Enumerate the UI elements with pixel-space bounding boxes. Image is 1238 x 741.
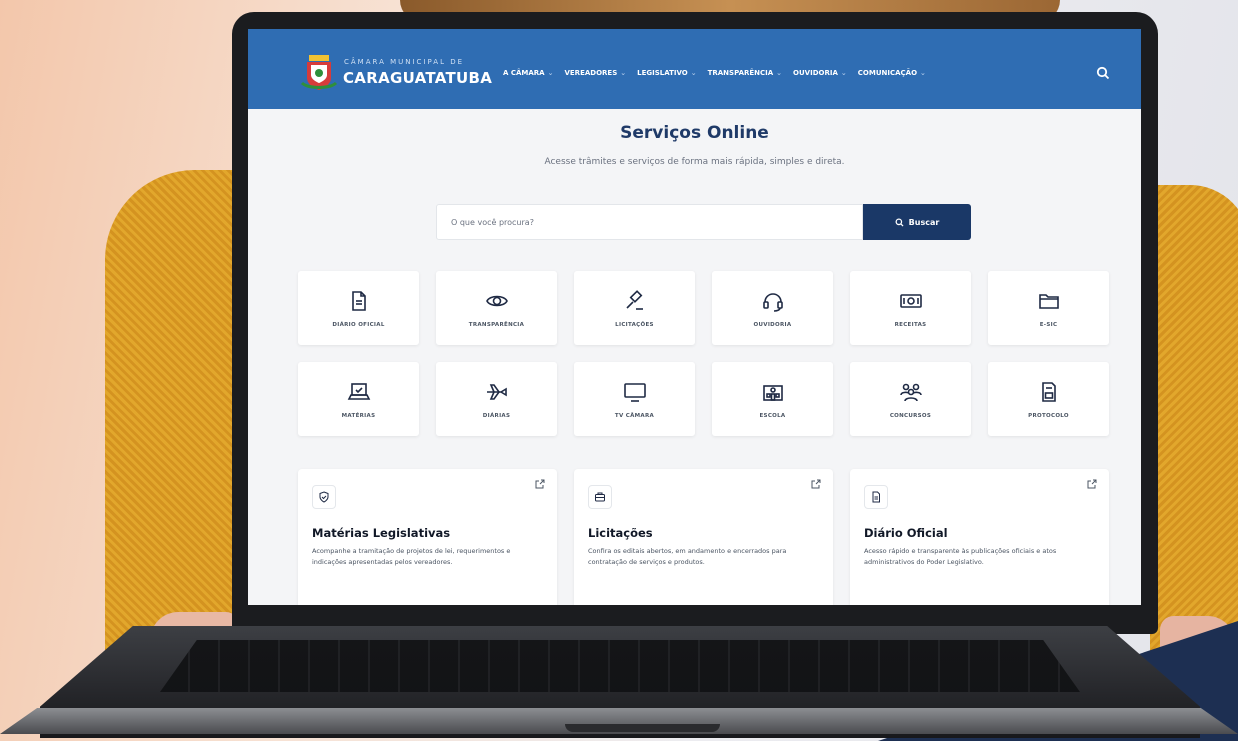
tile-materias[interactable]: MATÉRIAS [298,362,419,436]
site-header: CÂMARA MUNICIPAL DE CARAGUATATUBA A CÂMA… [248,29,1141,109]
nav-item-vereadores[interactable]: VEREADORES ⌄ [564,69,626,77]
laptop-check-icon [347,382,370,400]
money-icon [899,293,922,308]
chevron-down-icon: ⌄ [776,69,783,77]
tile-diarias[interactable]: DIÁRIAS [436,362,557,436]
tile-concursos[interactable]: CONCURSOS [850,362,971,436]
tile-label: TRANSPARÊNCIA [468,321,525,328]
chevron-down-icon: ⌄ [690,69,697,77]
card-title: Matérias Legislativas [312,526,451,540]
search-icon[interactable] [1096,66,1110,80]
card-text: Acompanhe a tramitação de projetos de le… [312,547,511,566]
brand-title[interactable]: CARAGUATATUBA [343,69,492,87]
protocol-icon [1041,381,1056,402]
tile-protocolo[interactable]: PROTOCOLO [988,362,1109,436]
tile-label: DIÁRIAS [482,412,511,419]
search-input[interactable]: O que você procura? [436,204,863,240]
tv-icon [623,382,646,402]
tile-ouvidoria[interactable]: OUVIDORIA [712,271,833,345]
external-link-icon[interactable] [535,479,545,489]
tile-label: TV CÂMARA [614,412,655,419]
tile-label: E-SIC [1039,321,1058,328]
airplane-icon [486,383,507,400]
chevron-down-icon: ⌄ [840,69,847,77]
tile-label: CONCURSOS [889,412,932,419]
tile-label: RECEITAS [894,321,927,328]
service-tiles-grid: DIÁRIO OFICIAL TRANSPARÊNCIA LICITAÇÕES … [298,271,1109,436]
school-icon [762,384,783,401]
headset-icon [762,292,783,312]
yellow-sweater-right [1150,185,1238,685]
laptop-keyboard [160,640,1080,692]
laptop-notch [565,724,720,732]
tile-label: LICITAÇÕES [615,321,654,328]
gavel-icon [625,289,643,310]
external-link-icon[interactable] [811,479,821,489]
tile-label: DIÁRIO OFICIAL [332,321,385,328]
card-text: Acesso rápido e transparente às publicaç… [864,547,1057,566]
card-icon-box [864,485,888,509]
page-title: Serviços Online [620,123,769,143]
chevron-down-icon: ⌄ [620,69,627,77]
folder-icon [1038,293,1059,309]
main-nav: A CÂMARA ⌄ VEREADORES ⌄ LEGISLATIVO ⌄ TRANS… [503,69,926,77]
coat-of-arms-logo-icon[interactable] [300,53,338,93]
people-icon [899,383,922,401]
external-link-icon[interactable] [1087,479,1097,489]
search-button[interactable]: Buscar [863,204,971,240]
document-icon [872,491,880,503]
card-title: Licitações [588,526,653,540]
card-icon-box [588,485,612,509]
brand-subtitle: CÂMARA MUNICIPAL DE [344,58,465,66]
card-text: Confira os editais abertos, em andamento… [588,547,787,566]
search-placeholder: O que você procura? [451,217,534,227]
nav-item-transparencia[interactable]: TRANSPARÊNCIA ⌄ [708,69,782,77]
tile-transparencia[interactable]: TRANSPARÊNCIA [436,271,557,345]
shield-check-icon [319,491,329,503]
search-icon [895,218,904,226]
tile-receitas[interactable]: RECEITAS [850,271,971,345]
nav-item-ouvidoria[interactable]: OUVIDORIA ⌄ [793,69,847,77]
tile-label: MATÉRIAS [341,412,376,419]
tile-tv-camara[interactable]: TV CÂMARA [574,362,695,436]
laptop-screen: CÂMARA MUNICIPAL DE CARAGUATATUBA A CÂMA… [248,29,1141,605]
tile-diario-oficial[interactable]: DIÁRIO OFICIAL [298,271,419,345]
eye-icon [485,295,508,306]
nav-item-comunicacao[interactable]: COMUNICAÇÃO ⌄ [858,69,926,77]
tile-label: ESCOLA [759,412,786,419]
chevron-down-icon: ⌄ [547,69,554,77]
nav-item-legislativo[interactable]: LEGISLATIVO ⌄ [637,69,696,77]
card-icon-box [312,485,336,509]
tile-label: OUVIDORIA [753,321,792,328]
card-materias-legislativas[interactable]: Matérias Legislativas Acompanhe a tramit… [298,469,557,605]
tile-label: PROTOCOLO [1028,412,1069,419]
card-licitacoes[interactable]: Licitações Confira os editais abertos, e… [574,469,833,605]
feature-cards: Matérias Legislativas Acompanhe a tramit… [298,469,1109,605]
nav-item-a-camara[interactable]: A CÂMARA ⌄ [503,69,553,77]
tile-escola[interactable]: ESCOLA [712,362,833,436]
tile-licitacoes[interactable]: LICITAÇÕES [574,271,695,345]
page-subtitle: Acesse trâmites e serviços de forma mais… [544,157,845,167]
search-button-label: Buscar [908,217,940,227]
document-icon [351,290,366,311]
card-diario-oficial[interactable]: Diário Oficial Acesso rápido e transpare… [850,469,1109,605]
tile-e-sic[interactable]: E-SIC [988,271,1109,345]
card-title: Diário Oficial [864,526,948,540]
briefcase-icon [595,492,605,502]
chevron-down-icon: ⌄ [920,69,926,77]
